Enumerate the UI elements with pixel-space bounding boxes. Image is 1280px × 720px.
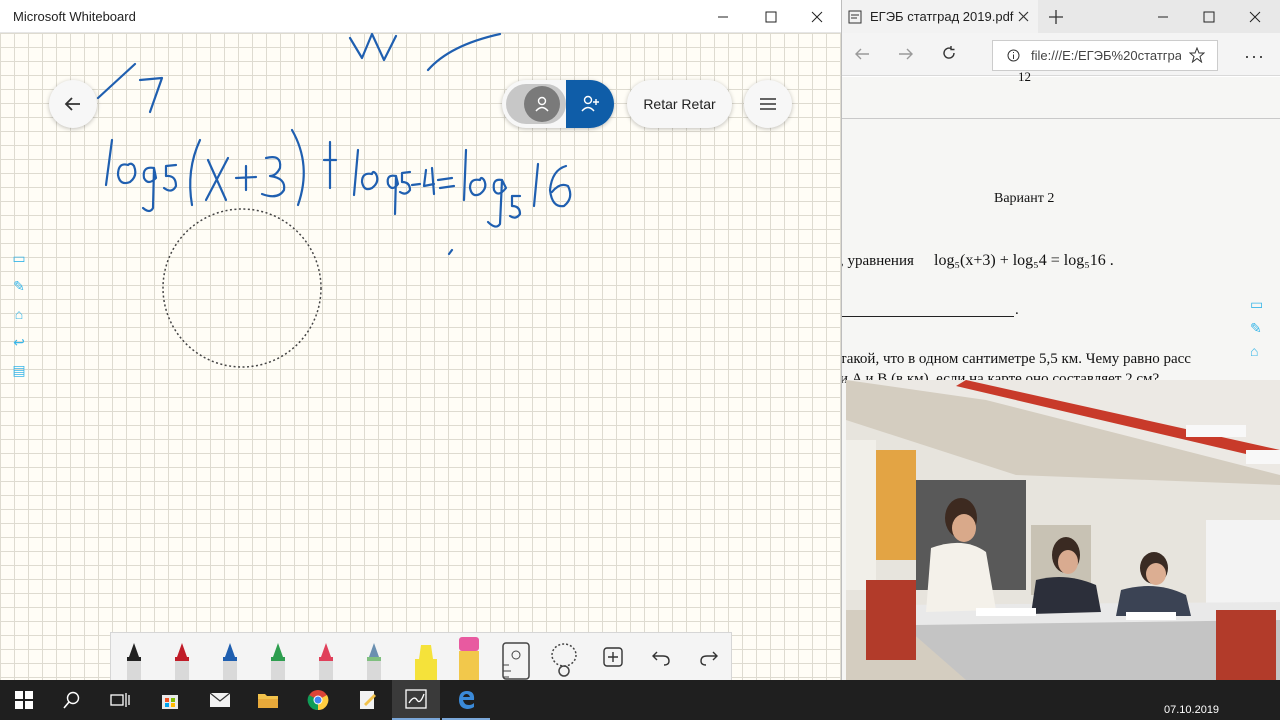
pdf-side-tools: ▭ ✎ ⌂ bbox=[1250, 297, 1270, 369]
more-options-icon[interactable]: ··· bbox=[1244, 46, 1265, 67]
image-icon[interactable]: ▤ bbox=[9, 362, 29, 382]
folder-icon bbox=[258, 694, 278, 708]
page-number: 12 bbox=[1018, 69, 1031, 84]
hamburger-icon bbox=[760, 98, 776, 110]
user-account-button[interactable]: Retar Retar bbox=[627, 80, 732, 128]
black-pen-tool[interactable] bbox=[123, 641, 145, 680]
edge-app[interactable] bbox=[442, 680, 490, 720]
editor-app[interactable] bbox=[344, 680, 392, 720]
minimize-icon bbox=[1158, 16, 1168, 17]
close-button[interactable] bbox=[794, 0, 840, 33]
pen-icon[interactable]: ✎ bbox=[1250, 321, 1270, 345]
url-text: file:///E:/ЕГЭБ%20статгра, bbox=[1031, 48, 1181, 63]
maximize-icon bbox=[765, 11, 777, 22]
undo-icon[interactable]: ↩ bbox=[9, 334, 29, 354]
green-pen-tool[interactable] bbox=[267, 641, 289, 680]
file-explorer-app[interactable] bbox=[244, 680, 292, 720]
url-field[interactable]: file:///E:/ЕГЭБ%20статгра, bbox=[992, 40, 1218, 71]
close-tab-icon[interactable] bbox=[1018, 11, 1029, 22]
document-edit-icon bbox=[360, 691, 376, 709]
select-icon[interactable]: ▭ bbox=[1250, 297, 1270, 321]
whiteboard-window: Microsoft Whiteboard Retar Retar ▭ ✎ ⌂ ↩… bbox=[0, 0, 842, 680]
redo-icon[interactable] bbox=[699, 647, 719, 667]
ruler-tool[interactable] bbox=[501, 641, 531, 680]
equation-prefix: , уравнения bbox=[842, 253, 914, 269]
ink-toolbar bbox=[110, 632, 732, 680]
maximize-button[interactable] bbox=[748, 0, 794, 33]
mail-icon bbox=[209, 692, 231, 707]
problem-text-line-1: такой, что в одном сантиметре 5,5 км. Че… bbox=[842, 351, 1191, 367]
windows-logo-icon bbox=[15, 691, 33, 709]
home-icon[interactable]: ⌂ bbox=[9, 306, 29, 326]
search-button[interactable] bbox=[48, 680, 96, 720]
blue-pen-tool[interactable] bbox=[219, 641, 241, 680]
variant-heading: Вариант 2 bbox=[994, 191, 1055, 206]
answer-line bbox=[842, 316, 1014, 317]
galaxy-pen-tool[interactable] bbox=[363, 641, 385, 680]
maximize-icon bbox=[1203, 11, 1215, 22]
chrome-icon bbox=[307, 690, 329, 711]
share-toggle[interactable] bbox=[502, 80, 614, 128]
add-person-button[interactable] bbox=[566, 80, 614, 128]
tab-title: ЕГЭБ статград 2019.pdf bbox=[870, 9, 1014, 24]
back-button[interactable] bbox=[49, 80, 97, 128]
store-app[interactable] bbox=[146, 680, 194, 720]
side-tools: ▭ ✎ ⌂ ↩ ▤ bbox=[9, 250, 29, 390]
select-icon[interactable]: ▭ bbox=[9, 250, 29, 270]
pdf-tab[interactable]: ЕГЭБ статград 2019.pdf bbox=[842, 0, 1038, 33]
close-icon bbox=[811, 11, 823, 22]
whiteboard-titlebar: Microsoft Whiteboard bbox=[0, 0, 841, 33]
minimize-button[interactable] bbox=[700, 0, 746, 33]
home-icon[interactable]: ⌂ bbox=[1250, 345, 1270, 369]
classroom-video-image bbox=[846, 380, 1280, 680]
taskbar-date: 07.10.2019 bbox=[1164, 704, 1220, 716]
whiteboard-icon bbox=[405, 689, 427, 709]
chrome-app[interactable] bbox=[294, 680, 342, 720]
start-button[interactable] bbox=[0, 680, 48, 720]
search-icon bbox=[63, 691, 80, 709]
lasso-tool[interactable] bbox=[549, 641, 579, 680]
pdf-icon bbox=[848, 10, 862, 24]
whiteboard-window-title: Microsoft Whiteboard bbox=[13, 9, 136, 24]
mail-app[interactable] bbox=[196, 680, 244, 720]
minimize-icon bbox=[718, 16, 728, 17]
undo-icon[interactable] bbox=[651, 647, 671, 667]
webcam-feed bbox=[846, 380, 1280, 680]
info-icon bbox=[1007, 49, 1020, 62]
whiteboard-app[interactable] bbox=[392, 680, 440, 720]
edge-maximize-button[interactable] bbox=[1186, 0, 1232, 33]
add-icon[interactable] bbox=[603, 647, 623, 667]
add-person-icon bbox=[581, 95, 599, 112]
new-tab-icon[interactable] bbox=[1049, 10, 1063, 24]
answer-dot: . bbox=[1015, 302, 1019, 318]
edge-tabbar: ЕГЭБ статград 2019.pdf bbox=[842, 0, 1280, 33]
red-pen-tool[interactable] bbox=[171, 641, 193, 680]
task-view-button[interactable] bbox=[96, 680, 144, 720]
store-icon bbox=[162, 695, 178, 709]
person-icon bbox=[524, 86, 560, 122]
eraser-tool[interactable] bbox=[457, 635, 481, 680]
menu-button[interactable] bbox=[744, 80, 792, 128]
arrow-left-icon bbox=[64, 97, 80, 111]
task-view-icon bbox=[110, 693, 130, 707]
highlighter-tool[interactable] bbox=[409, 641, 441, 680]
close-icon bbox=[1249, 11, 1261, 22]
edge-icon bbox=[459, 691, 475, 709]
edge-close-button[interactable] bbox=[1232, 0, 1278, 33]
windows-taskbar: 07.10.2019 bbox=[0, 680, 1280, 720]
equation-math: log₅(x+3) + log₅4 = log₅16 . bbox=[934, 252, 1114, 269]
favorite-star-icon[interactable] bbox=[1189, 47, 1205, 63]
refresh-icon[interactable] bbox=[941, 45, 957, 61]
forward-arrow-icon[interactable] bbox=[898, 46, 914, 62]
rainbow-pen-tool[interactable] bbox=[315, 641, 337, 680]
back-arrow-icon[interactable] bbox=[854, 46, 870, 62]
edge-minimize-button[interactable] bbox=[1140, 0, 1186, 33]
pen-icon[interactable]: ✎ bbox=[9, 278, 29, 298]
